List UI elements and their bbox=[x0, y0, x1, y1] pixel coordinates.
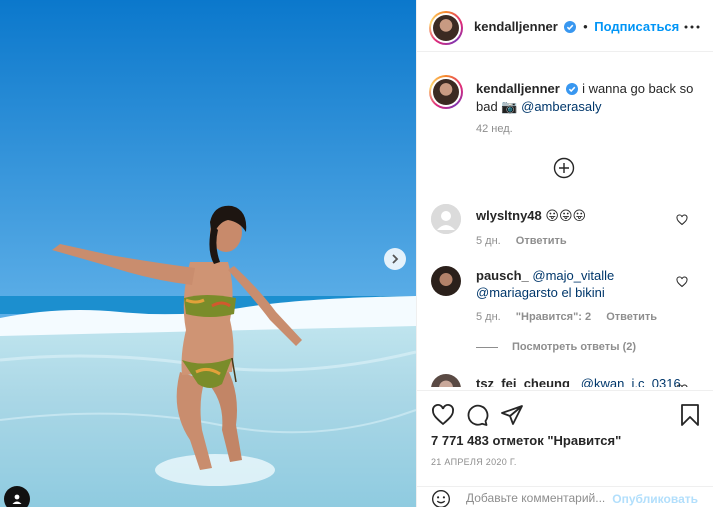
post-side-panel: kendalljenner • Подписаться kendalljenne… bbox=[416, 0, 713, 507]
reply-button[interactable]: Ответить bbox=[516, 235, 567, 247]
comments-list[interactable]: wlysltny48 😛😛😛 5 дн. Ответить pausch_ @m… bbox=[417, 190, 713, 387]
commenter-username[interactable]: wlysltny48 bbox=[476, 208, 542, 223]
paper-plane-icon[interactable] bbox=[500, 403, 524, 427]
heart-icon[interactable] bbox=[676, 384, 688, 387]
commenter-avatar[interactable] bbox=[431, 374, 461, 387]
bookmark-icon[interactable] bbox=[678, 403, 702, 427]
header-dot: • bbox=[583, 19, 588, 34]
default-avatar-icon bbox=[431, 204, 461, 234]
plus-circle-icon[interactable] bbox=[553, 157, 575, 179]
likes-count[interactable]: 7 771 483 отметок "Нравится" bbox=[431, 433, 621, 448]
comment-body: @kwan_j.c_0316 bbox=[580, 376, 681, 387]
comment-text: pausch_ @majo_vitalle @mariagarsto el bi… bbox=[476, 267, 676, 301]
comment-input[interactable] bbox=[466, 491, 616, 505]
reply-button[interactable]: Ответить bbox=[606, 311, 657, 323]
comment-text: wlysltny48 😛😛😛 bbox=[476, 207, 676, 224]
more-horizontal-icon[interactable] bbox=[684, 20, 700, 34]
caption-text: kendalljenner i wanna go back so bad 📷 @… bbox=[476, 80, 701, 116]
comment-meta: 5 дн. "Нравится": 2 Ответить bbox=[476, 311, 669, 323]
follow-button[interactable]: Подписаться bbox=[594, 19, 679, 34]
commenter-avatar[interactable] bbox=[431, 266, 461, 296]
post-date: 21 АПРЕЛЯ 2020 Г. bbox=[431, 457, 517, 467]
comment-age: 5 дн. bbox=[476, 311, 501, 323]
comment-icon[interactable] bbox=[465, 403, 489, 427]
smile-icon[interactable] bbox=[431, 489, 451, 507]
author-avatar[interactable] bbox=[429, 11, 463, 45]
verified-badge-icon bbox=[564, 21, 577, 33]
next-photo-button[interactable] bbox=[384, 248, 406, 270]
beach-photo-image bbox=[0, 0, 416, 507]
user-tag-icon bbox=[12, 494, 22, 504]
caption-author-username[interactable]: kendalljenner bbox=[476, 81, 560, 96]
comment-age: 5 дн. bbox=[476, 235, 501, 247]
comment-body: 😛😛😛 bbox=[545, 208, 587, 223]
post-header: kendalljenner • Подписаться bbox=[417, 0, 713, 52]
post-photo[interactable] bbox=[0, 0, 416, 507]
comment-meta: 5 дн. Ответить bbox=[476, 235, 579, 247]
heart-icon[interactable] bbox=[676, 214, 688, 226]
heart-icon[interactable] bbox=[431, 403, 455, 427]
view-replies-button[interactable]: Посмотреть ответы (2) bbox=[476, 341, 636, 353]
caption-mention-link[interactable]: @amberasaly bbox=[521, 99, 601, 114]
comment-text: tsz_fei_cheung_ @kwan_j.c_0316 bbox=[476, 375, 696, 387]
verified-badge-icon bbox=[566, 83, 579, 95]
author-username[interactable]: kendalljenner bbox=[474, 19, 558, 34]
publish-button[interactable]: Опубликовать bbox=[612, 492, 698, 506]
caption-age: 42 нед. bbox=[476, 123, 513, 135]
commenter-avatar[interactable] bbox=[431, 204, 461, 234]
heart-icon[interactable] bbox=[676, 276, 688, 288]
add-comment-bar: Опубликовать bbox=[417, 486, 713, 507]
tagged-users-button[interactable] bbox=[4, 486, 30, 507]
comment-likes[interactable]: "Нравится": 2 bbox=[516, 311, 591, 323]
post-actions: 7 771 483 отметок "Нравится" 21 АПРЕЛЯ 2… bbox=[417, 390, 713, 507]
caption-author-avatar[interactable] bbox=[429, 75, 463, 109]
commenter-username[interactable]: tsz_fei_cheung_ bbox=[476, 376, 577, 387]
chevron-right-icon bbox=[392, 254, 399, 264]
commenter-username[interactable]: pausch_ bbox=[476, 268, 529, 283]
